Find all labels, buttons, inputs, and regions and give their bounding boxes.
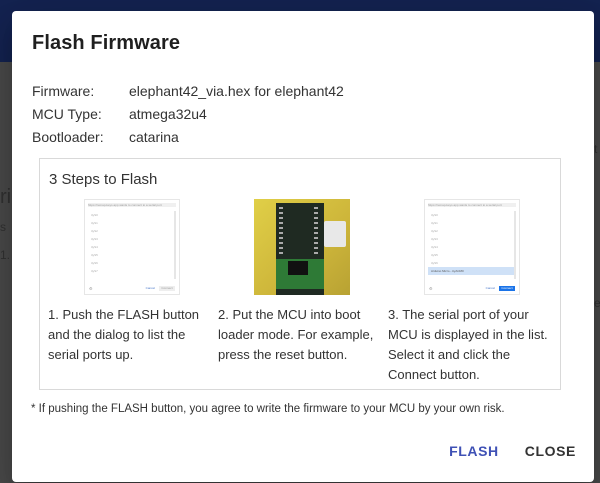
steps-panel: 3 Steps to Flash https://remap-keys.app …	[39, 158, 561, 390]
mcu-type-row: MCU Type: atmega32u4	[32, 105, 344, 128]
serial-port-list-screenshot: https://remap-keys.app wants to connect …	[84, 199, 180, 295]
step-1: https://remap-keys.app wants to connect …	[48, 199, 216, 365]
step-1-text: 1. Push the FLASH button and the dialog …	[48, 307, 200, 362]
dialog-title: Flash Firmware	[32, 32, 181, 54]
firmware-value: elephant42_via.hex for elephant42	[129, 83, 344, 99]
mcu-board-photo	[254, 199, 350, 295]
mcu-type-label: MCU Type:	[32, 106, 102, 122]
serial-port-selected-screenshot: https://remap-keys.app wants to connect …	[424, 199, 520, 295]
close-button[interactable]: CLOSE	[525, 443, 576, 459]
step-2-text: 2. Put the MCU into boot loader mode. Fo…	[218, 307, 374, 362]
step-3-text: 3. The serial port of your MCU is displa…	[388, 307, 548, 382]
step-2: 2. Put the MCU into boot loader mode. Fo…	[218, 199, 386, 365]
flash-button[interactable]: FLASH	[449, 443, 499, 459]
bootloader-row: Bootloader: catarina	[32, 128, 344, 151]
firmware-info: Firmware: elephant42_via.hex for elephan…	[32, 82, 344, 151]
step-3: https://remap-keys.app wants to connect …	[388, 199, 556, 385]
dialog-actions: FLASH CLOSE	[449, 443, 576, 459]
disclaimer-text: * If pushing the FLASH button, you agree…	[31, 403, 505, 415]
firmware-label: Firmware:	[32, 83, 95, 99]
flash-firmware-dialog: Flash Firmware Firmware: elephant42_via.…	[12, 11, 594, 482]
bootloader-value: catarina	[129, 129, 179, 145]
steps-title: 3 Steps to Flash	[49, 171, 158, 188]
firmware-row: Firmware: elephant42_via.hex for elephan…	[32, 82, 344, 105]
mcu-type-value: atmega32u4	[129, 106, 207, 122]
bootloader-label: Bootloader:	[32, 129, 104, 145]
